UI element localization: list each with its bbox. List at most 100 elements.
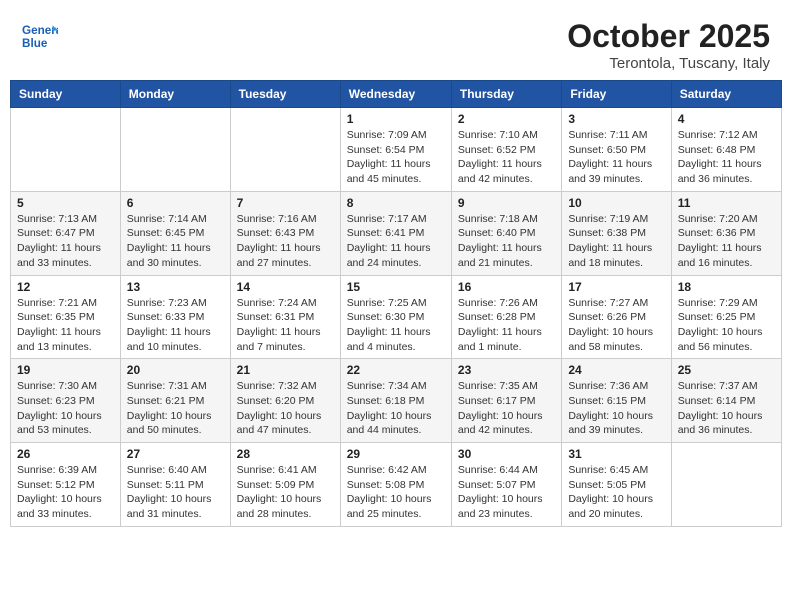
table-row: 2Sunrise: 7:10 AMSunset: 6:52 PMDaylight… (451, 108, 561, 192)
day-info: Sunrise: 7:29 AMSunset: 6:25 PMDaylight:… (678, 296, 775, 355)
day-number: 9 (458, 196, 555, 210)
day-number: 18 (678, 280, 775, 294)
day-info: Sunrise: 6:42 AMSunset: 5:08 PMDaylight:… (347, 463, 445, 522)
day-number: 4 (678, 112, 775, 126)
header-friday: Friday (562, 81, 671, 108)
table-row: 3Sunrise: 7:11 AMSunset: 6:50 PMDaylight… (562, 108, 671, 192)
day-info: Sunrise: 7:32 AMSunset: 6:20 PMDaylight:… (237, 379, 334, 438)
day-number: 10 (568, 196, 664, 210)
day-number: 8 (347, 196, 445, 210)
calendar-week-5: 26 Sunrise: 6:39 AMSunset: 5:12 PMDayligh… (11, 443, 782, 527)
day-number: 6 (127, 196, 224, 210)
svg-text:Blue: Blue (22, 37, 48, 50)
table-row (120, 108, 230, 192)
day-number: 25 (678, 363, 775, 377)
day-number: 29 (347, 447, 445, 461)
table-row: 13 Sunrise: 7:23 AMSunset: 6:33 PMDayligh… (120, 275, 230, 359)
day-info: Sunrise: 7:26 AMSunset: 6:28 PMDaylight:… (458, 296, 555, 355)
table-row: 11 Sunrise: 7:20 AMSunset: 6:36 PMDayligh… (671, 191, 781, 275)
day-number: 28 (237, 447, 334, 461)
day-number: 12 (17, 280, 114, 294)
logo: General Blue (22, 18, 60, 54)
day-number: 22 (347, 363, 445, 377)
table-row: 23Sunrise: 7:35 AMSunset: 6:17 PMDayligh… (451, 359, 561, 443)
table-row (671, 443, 781, 527)
calendar-table: Sunday Monday Tuesday Wednesday Thursday… (10, 80, 782, 527)
table-row: 5Sunrise: 7:13 AMSunset: 6:47 PMDaylight… (11, 191, 121, 275)
calendar-week-3: 12 Sunrise: 7:21 AMSunset: 6:35 PMDayligh… (11, 275, 782, 359)
day-info: Sunrise: 7:30 AMSunset: 6:23 PMDaylight:… (17, 379, 114, 438)
day-number: 13 (127, 280, 224, 294)
day-number: 30 (458, 447, 555, 461)
table-row: 10 Sunrise: 7:19 AMSunset: 6:38 PMDayligh… (562, 191, 671, 275)
page-header: General Blue October 2025 Terontola, Tus… (10, 10, 782, 76)
page-subtitle: Terontola, Tuscany, Italy (567, 55, 770, 72)
day-info: Sunrise: 7:34 AMSunset: 6:18 PMDaylight:… (347, 379, 445, 438)
day-info: Sunrise: 7:14 AMSunset: 6:45 PMDaylight:… (127, 212, 224, 271)
table-row: 4 Sunrise: 7:12 AMSunset: 6:48 PMDaylight… (671, 108, 781, 192)
table-row: 30Sunrise: 6:44 AMSunset: 5:07 PMDayligh… (451, 443, 561, 527)
day-info: Sunrise: 7:20 AMSunset: 6:36 PMDaylight:… (678, 212, 775, 271)
page-title: October 2025 (567, 18, 770, 55)
day-info: Sunrise: 7:11 AMSunset: 6:50 PMDaylight:… (568, 128, 664, 187)
day-info: Sunrise: 6:40 AMSunset: 5:11 PMDaylight:… (127, 463, 224, 522)
table-row: 18 Sunrise: 7:29 AMSunset: 6:25 PMDayligh… (671, 275, 781, 359)
day-number: 24 (568, 363, 664, 377)
table-row: 8 Sunrise: 7:17 AMSunset: 6:41 PMDaylight… (340, 191, 451, 275)
header-thursday: Thursday (451, 81, 561, 108)
table-row: 7 Sunrise: 7:16 AMSunset: 6:43 PMDaylight… (230, 191, 340, 275)
day-number: 15 (347, 280, 445, 294)
day-info: Sunrise: 7:25 AMSunset: 6:30 PMDaylight:… (347, 296, 445, 355)
table-row: 19 Sunrise: 7:30 AMSunset: 6:23 PMDayligh… (11, 359, 121, 443)
day-number: 31 (568, 447, 664, 461)
table-row: 16Sunrise: 7:26 AMSunset: 6:28 PMDayligh… (451, 275, 561, 359)
day-info: Sunrise: 6:41 AMSunset: 5:09 PMDaylight:… (237, 463, 334, 522)
calendar-week-1: 1Sunrise: 7:09 AMSunset: 6:54 PMDaylight… (11, 108, 782, 192)
day-info: Sunrise: 7:18 AMSunset: 6:40 PMDaylight:… (458, 212, 555, 271)
day-info: Sunrise: 7:19 AMSunset: 6:38 PMDaylight:… (568, 212, 664, 271)
day-number: 14 (237, 280, 334, 294)
table-row: 12 Sunrise: 7:21 AMSunset: 6:35 PMDayligh… (11, 275, 121, 359)
day-info: Sunrise: 7:24 AMSunset: 6:31 PMDaylight:… (237, 296, 334, 355)
table-row: 17 Sunrise: 7:27 AMSunset: 6:26 PMDayligh… (562, 275, 671, 359)
day-info: Sunrise: 7:12 AMSunset: 6:48 PMDaylight:… (678, 128, 775, 187)
day-info: Sunrise: 7:23 AMSunset: 6:33 PMDaylight:… (127, 296, 224, 355)
day-number: 17 (568, 280, 664, 294)
header-saturday: Saturday (671, 81, 781, 108)
table-row: 25 Sunrise: 7:37 AMSunset: 6:14 PMDayligh… (671, 359, 781, 443)
table-row: 6 Sunrise: 7:14 AMSunset: 6:45 PMDaylight… (120, 191, 230, 275)
table-row: 14 Sunrise: 7:24 AMSunset: 6:31 PMDayligh… (230, 275, 340, 359)
day-number: 20 (127, 363, 224, 377)
day-number: 21 (237, 363, 334, 377)
title-block: October 2025 Terontola, Tuscany, Italy (567, 18, 770, 72)
table-row: 26 Sunrise: 6:39 AMSunset: 5:12 PMDayligh… (11, 443, 121, 527)
day-number: 7 (237, 196, 334, 210)
day-number: 19 (17, 363, 114, 377)
calendar-week-2: 5Sunrise: 7:13 AMSunset: 6:47 PMDaylight… (11, 191, 782, 275)
day-info: Sunrise: 7:17 AMSunset: 6:41 PMDaylight:… (347, 212, 445, 271)
calendar-header-row: Sunday Monday Tuesday Wednesday Thursday… (11, 81, 782, 108)
table-row: 22 Sunrise: 7:34 AMSunset: 6:18 PMDayligh… (340, 359, 451, 443)
calendar-week-4: 19 Sunrise: 7:30 AMSunset: 6:23 PMDayligh… (11, 359, 782, 443)
header-sunday: Sunday (11, 81, 121, 108)
day-info: Sunrise: 7:09 AMSunset: 6:54 PMDaylight:… (347, 128, 445, 187)
table-row: 27 Sunrise: 6:40 AMSunset: 5:11 PMDayligh… (120, 443, 230, 527)
table-row (230, 108, 340, 192)
table-row: 28 Sunrise: 6:41 AMSunset: 5:09 PMDayligh… (230, 443, 340, 527)
day-number: 26 (17, 447, 114, 461)
logo-icon: General Blue (22, 18, 58, 54)
header-tuesday: Tuesday (230, 81, 340, 108)
day-info: Sunrise: 7:21 AMSunset: 6:35 PMDaylight:… (17, 296, 114, 355)
day-number: 23 (458, 363, 555, 377)
day-info: Sunrise: 7:16 AMSunset: 6:43 PMDaylight:… (237, 212, 334, 271)
table-row (11, 108, 121, 192)
table-row: 15 Sunrise: 7:25 AMSunset: 6:30 PMDayligh… (340, 275, 451, 359)
day-info: Sunrise: 6:39 AMSunset: 5:12 PMDaylight:… (17, 463, 114, 522)
day-number: 5 (17, 196, 114, 210)
day-number: 11 (678, 196, 775, 210)
day-info: Sunrise: 7:27 AMSunset: 6:26 PMDaylight:… (568, 296, 664, 355)
table-row: 24Sunrise: 7:36 AMSunset: 6:15 PMDayligh… (562, 359, 671, 443)
day-info: Sunrise: 7:37 AMSunset: 6:14 PMDaylight:… (678, 379, 775, 438)
header-monday: Monday (120, 81, 230, 108)
day-number: 27 (127, 447, 224, 461)
